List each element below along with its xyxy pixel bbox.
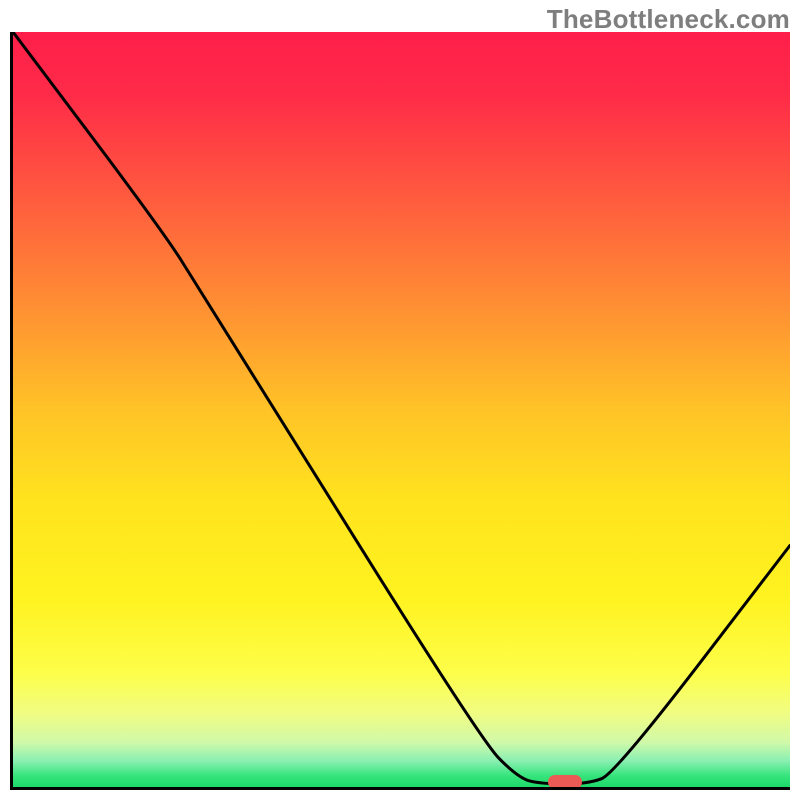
chart-container: TheBottleneck.com bbox=[0, 0, 800, 800]
optimal-marker bbox=[548, 775, 582, 789]
plot-area bbox=[10, 32, 790, 790]
watermark-text: TheBottleneck.com bbox=[547, 4, 790, 35]
chart-canvas bbox=[13, 32, 790, 787]
gradient-background bbox=[13, 32, 790, 787]
